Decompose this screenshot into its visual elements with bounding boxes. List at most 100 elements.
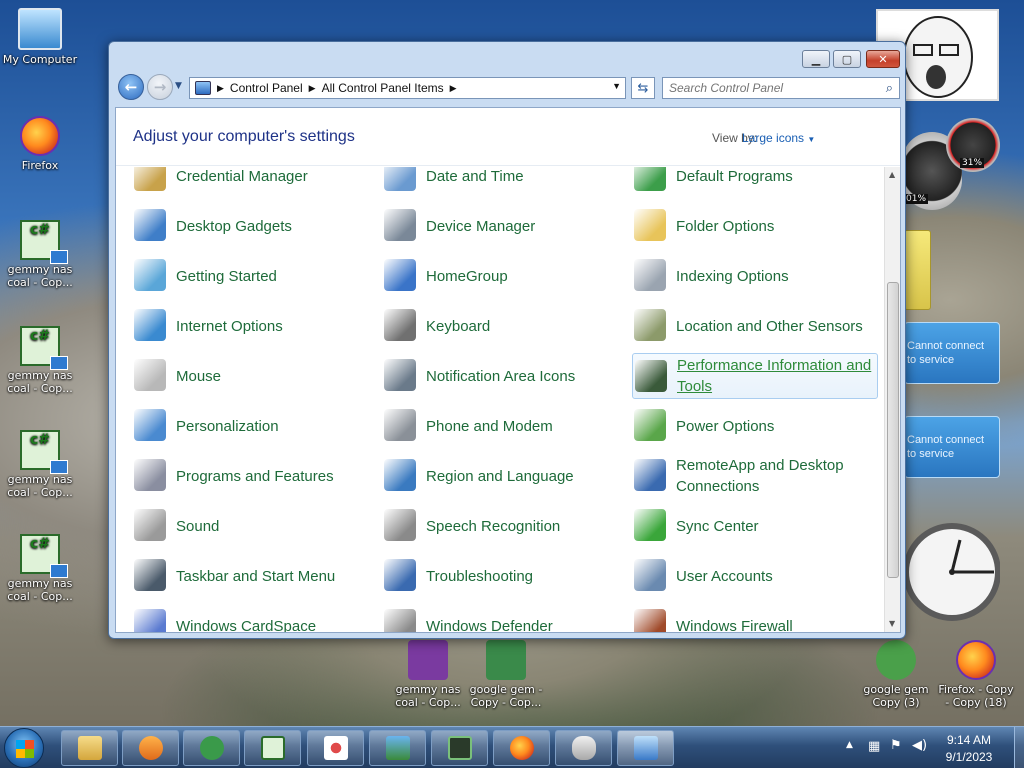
control-panel-item[interactable]: Windows CardSpace	[132, 603, 378, 632]
show-desktop-button[interactable]	[1014, 727, 1024, 768]
search-box[interactable]: ⌕	[662, 77, 900, 99]
search-icon[interactable]: ⌕	[886, 81, 893, 96]
taskbar-button-firefox[interactable]	[493, 730, 550, 766]
weather-gadget-1[interactable]: Cannot connect to service	[904, 322, 1000, 384]
taskbar-button-gem[interactable]	[183, 730, 240, 766]
control-panel-item-label: User Accounts	[676, 567, 773, 585]
breadcrumb-all-items[interactable]: All Control Panel Items	[322, 81, 444, 95]
vertical-scrollbar[interactable]: ▲ ▼	[884, 167, 900, 632]
breadcrumb-control-panel[interactable]: Control Panel	[230, 81, 303, 95]
navigation-bar: ← → ▼ ▶ Control Panel ▶ All Control Pane…	[115, 72, 901, 102]
power-options-icon	[634, 409, 666, 441]
internet-options-icon	[134, 309, 166, 341]
taskbar-button-media-player[interactable]	[122, 730, 179, 766]
volume-icon[interactable]: ◀)	[912, 738, 927, 753]
control-panel-item[interactable]: Sync Center	[632, 503, 878, 549]
taskbar-button-control-panel[interactable]	[617, 730, 674, 766]
scrollbar-thumb[interactable]	[887, 282, 899, 578]
control-panel-item-label: Notification Area Icons	[426, 367, 576, 385]
scroll-up-arrow-icon[interactable]: ▲	[889, 170, 895, 179]
content-area: Adjust your computer's settings View by:…	[115, 107, 901, 633]
close-icon: ✕	[878, 52, 888, 66]
personalization-icon	[134, 409, 166, 441]
taskbar-button-photo-viewer[interactable]	[369, 730, 426, 766]
desktop-icon-gemmy-3[interactable]: c# gemmy nas coal - Cop...	[0, 430, 80, 499]
mouse-icon	[571, 736, 596, 760]
control-panel-item[interactable]: Personalization	[132, 403, 378, 449]
control-panel-item[interactable]: Performance Information and Tools	[632, 353, 878, 399]
recent-pages-dropdown[interactable]: ▼	[175, 81, 182, 91]
control-panel-item[interactable]: Programs and Features	[132, 453, 378, 499]
control-panel-item[interactable]: Desktop Gadgets	[132, 203, 378, 249]
taskbar-button-snipping[interactable]	[307, 730, 364, 766]
desktop-icon-google-gem-copy[interactable]: google gem Copy (3)	[856, 640, 936, 709]
control-panel-item[interactable]: Notification Area Icons	[382, 353, 628, 399]
action-center-flag-icon[interactable]: ⚑	[890, 738, 902, 753]
network-icon[interactable]: ▦	[868, 739, 880, 754]
cpu-meter-gadget: 31% 01%	[902, 118, 1000, 210]
taskbar-button-task-manager[interactable]	[431, 730, 488, 766]
start-button[interactable]	[4, 728, 44, 768]
maximize-button[interactable]: ▢	[833, 50, 861, 68]
desktop-icon-gemmy-1[interactable]: c# gemmy nas coal - Cop...	[0, 220, 80, 289]
search-input[interactable]	[669, 81, 879, 95]
address-dropdown-button[interactable]: ▼	[612, 81, 621, 91]
desktop-icon-google-gem[interactable]: google gem - Copy - Cop...	[466, 640, 546, 709]
control-panel-item-label: Getting Started	[176, 267, 277, 285]
clock-date[interactable]: 9/1/2023	[944, 750, 994, 764]
minimize-button[interactable]: ▁	[802, 50, 830, 68]
back-button[interactable]: ←	[118, 74, 144, 100]
desktop-icon-gemmy-2[interactable]: c# gemmy nas coal - Cop...	[0, 326, 80, 395]
notes-gadget[interactable]	[904, 230, 931, 310]
desktop-icon-gemmy-4[interactable]: c# gemmy nas coal - Cop...	[0, 534, 80, 603]
weather-gadget-2[interactable]: Cannot connect to service	[904, 416, 1000, 478]
control-panel-item[interactable]: Windows Defender	[382, 603, 628, 632]
close-button[interactable]: ✕	[866, 50, 900, 68]
desktop-gadgets-icon	[134, 209, 166, 241]
indexing-options-icon	[634, 259, 666, 291]
desktop-icon-firefox-copy[interactable]: Firefox - Copy - Copy (18)	[936, 640, 1016, 709]
control-panel-item[interactable]: Troubleshooting	[382, 553, 628, 599]
control-panel-item-label: Windows Firewall	[676, 617, 793, 633]
control-panel-item[interactable]: User Accounts	[632, 553, 878, 599]
taskbar-button-csharp[interactable]	[244, 730, 301, 766]
control-panel-item[interactable]: Folder Options	[632, 203, 878, 249]
control-panel-item[interactable]: Sound	[132, 503, 378, 549]
taskbar-button-explorer[interactable]	[61, 730, 118, 766]
control-panel-item[interactable]: Device Manager	[382, 203, 628, 249]
control-panel-item[interactable]: Phone and Modem	[382, 403, 628, 449]
desktop-icon-gemmy-5[interactable]: gemmy nas coal - Cop...	[388, 640, 468, 709]
refresh-button[interactable]: ⇆	[631, 77, 655, 99]
control-panel-item[interactable]: Date and Time	[382, 167, 628, 199]
control-panel-item[interactable]: Taskbar and Start Menu	[132, 553, 378, 599]
control-panel-item[interactable]: RemoteApp and Desktop Connections	[632, 453, 878, 499]
control-panel-item[interactable]: Power Options	[632, 403, 878, 449]
desktop-icon-firefox[interactable]: Firefox	[0, 116, 80, 172]
taskbar-button-mouse[interactable]	[555, 730, 612, 766]
show-hidden-icons-arrow-icon[interactable]: ▲	[846, 740, 853, 750]
control-panel-item[interactable]: Region and Language	[382, 453, 628, 499]
control-panel-item[interactable]: Windows Firewall	[632, 603, 878, 633]
control-panel-item[interactable]: Speech Recognition	[382, 503, 628, 549]
window-caption[interactable]: ▁ ▢ ✕	[109, 42, 905, 72]
forward-button[interactable]: →	[147, 74, 173, 100]
control-panel-item[interactable]: Default Programs	[632, 167, 878, 199]
control-panel-item[interactable]: Getting Started	[132, 253, 378, 299]
control-panel-item[interactable]: Indexing Options	[632, 253, 878, 299]
control-panel-item[interactable]: Location and Other Sensors	[632, 303, 878, 349]
clock-time[interactable]: 9:14 AM	[944, 733, 994, 747]
control-panel-item[interactable]: HomeGroup	[382, 253, 628, 299]
view-by-dropdown[interactable]: Large icons ▼	[742, 131, 815, 145]
control-panel-item[interactable]: Keyboard	[382, 303, 628, 349]
desktop-icon-my-computer[interactable]: My Computer	[0, 8, 80, 66]
taskbar: ▲ ▦ ⚑ ◀) 9:14 AM 9/1/2023	[0, 726, 1024, 768]
control-panel-item[interactable]: Credential Manager	[132, 167, 378, 199]
address-bar[interactable]: ▶ Control Panel ▶ All Control Panel Item…	[189, 77, 626, 99]
sound-icon	[134, 509, 166, 541]
control-panel-item[interactable]: Mouse	[132, 353, 378, 399]
firefox-icon	[956, 640, 996, 680]
desktop-icon-label: google gem Copy (3)	[863, 683, 929, 709]
scroll-down-arrow-icon[interactable]: ▼	[889, 619, 895, 628]
control-panel-item[interactable]: Internet Options	[132, 303, 378, 349]
csharp-file-icon	[260, 736, 285, 760]
